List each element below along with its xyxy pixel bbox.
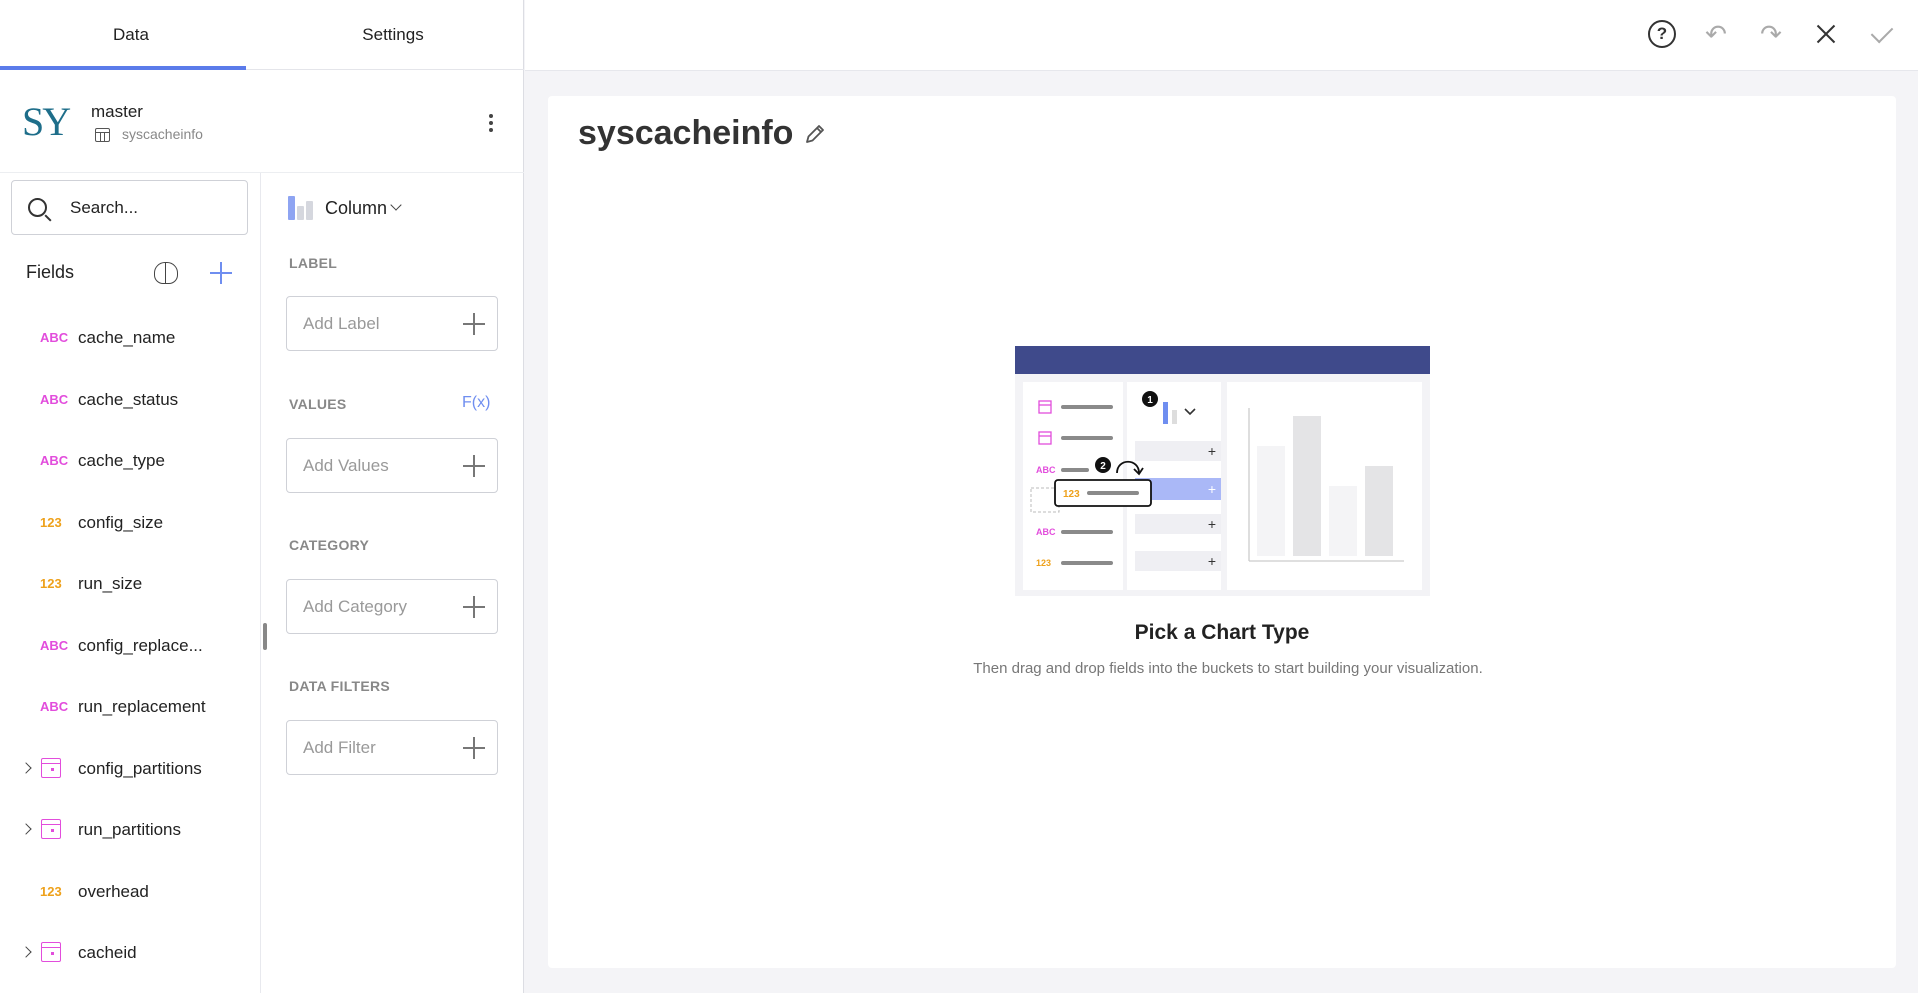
svg-text:+: +	[1208, 443, 1216, 459]
field-item[interactable]: 123 config_size	[0, 498, 258, 548]
tab-settings[interactable]: Settings	[262, 0, 524, 70]
add-filter-bucket[interactable]: Add Filter	[286, 720, 498, 775]
empty-state-title: Pick a Chart Type	[1134, 621, 1310, 644]
plus-icon	[463, 313, 485, 335]
help-icon[interactable]: ?	[1648, 20, 1676, 48]
field-name: cache_name	[78, 328, 176, 347]
redo-icon[interactable]: ↷	[1757, 20, 1785, 48]
datasource-header: SY master syscacheinfo	[0, 70, 524, 173]
undo-icon[interactable]: ↶	[1702, 20, 1730, 48]
bucket-placeholder: Add Category	[303, 597, 407, 616]
table-icon	[95, 128, 110, 142]
visualization-title: syscacheinfo	[578, 114, 794, 152]
field-item[interactable]: ABC cache_type	[0, 436, 258, 486]
field-name: run_replacement	[78, 697, 206, 716]
datasource-name: master	[91, 102, 143, 121]
plus-icon	[463, 596, 485, 618]
tab-data[interactable]: Data	[0, 0, 262, 70]
step-badge-label: 2	[1100, 461, 1106, 472]
field-name: config_replace...	[78, 635, 203, 655]
svg-text:+: +	[1208, 481, 1216, 497]
field-name: run_size	[78, 574, 143, 593]
illustration-type-label: 123	[1063, 489, 1080, 500]
chevron-right-icon[interactable]	[20, 761, 32, 774]
calendar-icon	[41, 819, 61, 839]
field-item[interactable]: cacheid	[0, 928, 258, 978]
bucket-placeholder: Add Values	[303, 456, 389, 475]
plus-icon	[463, 737, 485, 759]
illustration-header	[1015, 346, 1430, 374]
visualization-canvas: syscacheinfo ABC ABC 123 1 + + + + 2 123…	[548, 96, 1896, 968]
more-options-icon[interactable]	[481, 112, 501, 138]
plus-icon	[463, 455, 485, 477]
chart-type-label: Column	[325, 198, 388, 218]
pick-chart-illustration: ABC ABC 123 1 + + + + 2 123	[1015, 346, 1430, 596]
search-box	[11, 180, 248, 235]
datasource-table-name: syscacheinfo	[122, 126, 203, 142]
add-label-bucket[interactable]: Add Label	[286, 296, 498, 351]
field-name: cache_type	[78, 451, 165, 470]
field-name: overhead	[78, 881, 149, 901]
field-item[interactable]: ABC cache_status	[0, 375, 258, 425]
formula-button[interactable]: F(x)	[462, 394, 490, 412]
field-name: config_size	[78, 512, 164, 532]
bucket-title-values: VALUES	[289, 396, 347, 412]
search-icon	[28, 198, 47, 217]
illustration-type-label: 123	[1036, 558, 1051, 568]
field-item[interactable]: 123 overhead	[0, 867, 258, 917]
illustration-type-label: ABC	[1036, 527, 1056, 537]
calendar-icon	[41, 942, 61, 962]
field-type-badge: ABC	[40, 699, 69, 714]
illustration-type-label: ABC	[1036, 465, 1056, 475]
chevron-right-icon[interactable]	[20, 946, 32, 958]
field-type-badge: 123	[40, 883, 62, 899]
field-item[interactable]: 123 run_size	[0, 559, 258, 609]
chevron-right-icon[interactable]	[20, 823, 32, 835]
bucket-placeholder: Add Filter	[303, 738, 376, 757]
field-type-badge: ABC	[40, 330, 69, 345]
panel-tabs: Data Settings	[0, 0, 524, 70]
add-values-bucket[interactable]: Add Values	[286, 438, 498, 493]
field-name: cache_status	[78, 389, 179, 409]
left-panel: Data Settings SY master syscacheinfo Fie…	[0, 0, 524, 993]
field-item[interactable]: run_partitions	[0, 805, 258, 855]
calendar-icon	[41, 757, 61, 778]
column-divider	[260, 173, 261, 993]
chevron-down-icon	[390, 199, 402, 211]
bucket-title-category: CATEGORY	[289, 537, 370, 553]
confirm-check-icon[interactable]	[1867, 20, 1895, 48]
top-toolbar: ? ↶ ↷	[525, 0, 1918, 71]
field-name: cacheid	[78, 943, 137, 962]
search-input[interactable]	[70, 194, 240, 222]
field-type-badge: ABC	[40, 453, 69, 468]
add-field-icon[interactable]	[210, 262, 232, 284]
field-item[interactable]: ABC config_replace...	[0, 621, 258, 671]
field-item[interactable]: ABC run_replacement	[0, 682, 258, 732]
field-item[interactable]: ABC cache_name	[0, 313, 258, 363]
field-name: config_partitions	[78, 758, 202, 778]
field-name: run_partitions	[78, 820, 182, 839]
field-type-badge: ABC	[40, 637, 69, 653]
empty-state-subtitle: Then drag and drop fields into the bucke…	[973, 660, 1483, 677]
field-type-badge: 123	[40, 576, 62, 591]
bucket-title-label: LABEL	[289, 255, 338, 271]
bucket-title-filters: DATA FILTERS	[289, 678, 391, 694]
fields-heading: Fields	[26, 262, 75, 282]
pencil-icon[interactable]	[802, 121, 828, 147]
svg-text:+: +	[1208, 553, 1216, 569]
datasource-logo: SY	[22, 99, 71, 144]
add-category-bucket[interactable]: Add Category	[286, 579, 498, 634]
field-item[interactable]: config_partitions	[0, 744, 258, 794]
brain-icon[interactable]	[154, 262, 178, 284]
column-chart-icon	[288, 196, 315, 220]
close-icon[interactable]	[1812, 20, 1840, 48]
bucket-placeholder: Add Label	[303, 314, 380, 333]
fields-scrollbar[interactable]	[263, 623, 267, 650]
step-badge-label: 1	[1147, 395, 1153, 406]
svg-text:+: +	[1208, 516, 1216, 532]
field-type-badge: 123	[40, 514, 62, 530]
field-type-badge: ABC	[40, 391, 69, 407]
